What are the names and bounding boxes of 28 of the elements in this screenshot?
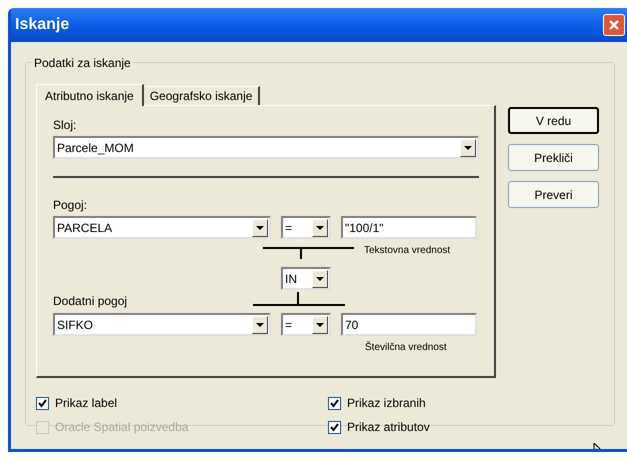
input-field[interactable]: 70 bbox=[341, 313, 477, 336]
dropdown-field[interactable]: = bbox=[281, 313, 331, 336]
dialog-button[interactable]: Preveri bbox=[508, 181, 599, 208]
dropdown-field[interactable]: SIFKO bbox=[53, 313, 271, 336]
tab[interactable]: Atributno iskanje bbox=[36, 84, 144, 106]
window-title: Iskanje bbox=[15, 15, 70, 35]
dropdown-field[interactable]: PARCELA bbox=[53, 216, 271, 239]
dialog-button[interactable]: V redu bbox=[508, 107, 599, 134]
field-label: Pogoj: bbox=[53, 197, 88, 214]
dialog-button[interactable]: Prekliči bbox=[508, 144, 599, 171]
field-label: Sloj: bbox=[53, 117, 78, 134]
tab[interactable]: Geografsko iskanje bbox=[144, 86, 260, 105]
checkbox-label: Oracle Spatial poizvedba bbox=[55, 419, 188, 436]
checkbox[interactable] bbox=[328, 396, 341, 410]
close-icon bbox=[608, 19, 620, 31]
input-field[interactable]: "100/1" bbox=[341, 216, 477, 239]
checkbox[interactable] bbox=[328, 420, 341, 434]
dropdown-field[interactable]: IN bbox=[281, 267, 331, 290]
dropdown-field[interactable]: Parcele_MOM bbox=[53, 136, 479, 159]
checkbox-label: Prikaz atributov bbox=[347, 419, 430, 436]
checkbox-label: Prikaz izbranih bbox=[347, 395, 426, 412]
hint-text: Številčna vrednost bbox=[365, 340, 448, 355]
dropdown-field[interactable]: = bbox=[281, 216, 331, 239]
field-label: Dodatni pogoj bbox=[53, 293, 128, 310]
checkbox[interactable] bbox=[36, 396, 49, 410]
close-button[interactable] bbox=[603, 14, 625, 36]
checkbox-label: Prikaz label bbox=[55, 395, 118, 412]
hint-text: Tekstovna vrednost bbox=[364, 244, 450, 258]
